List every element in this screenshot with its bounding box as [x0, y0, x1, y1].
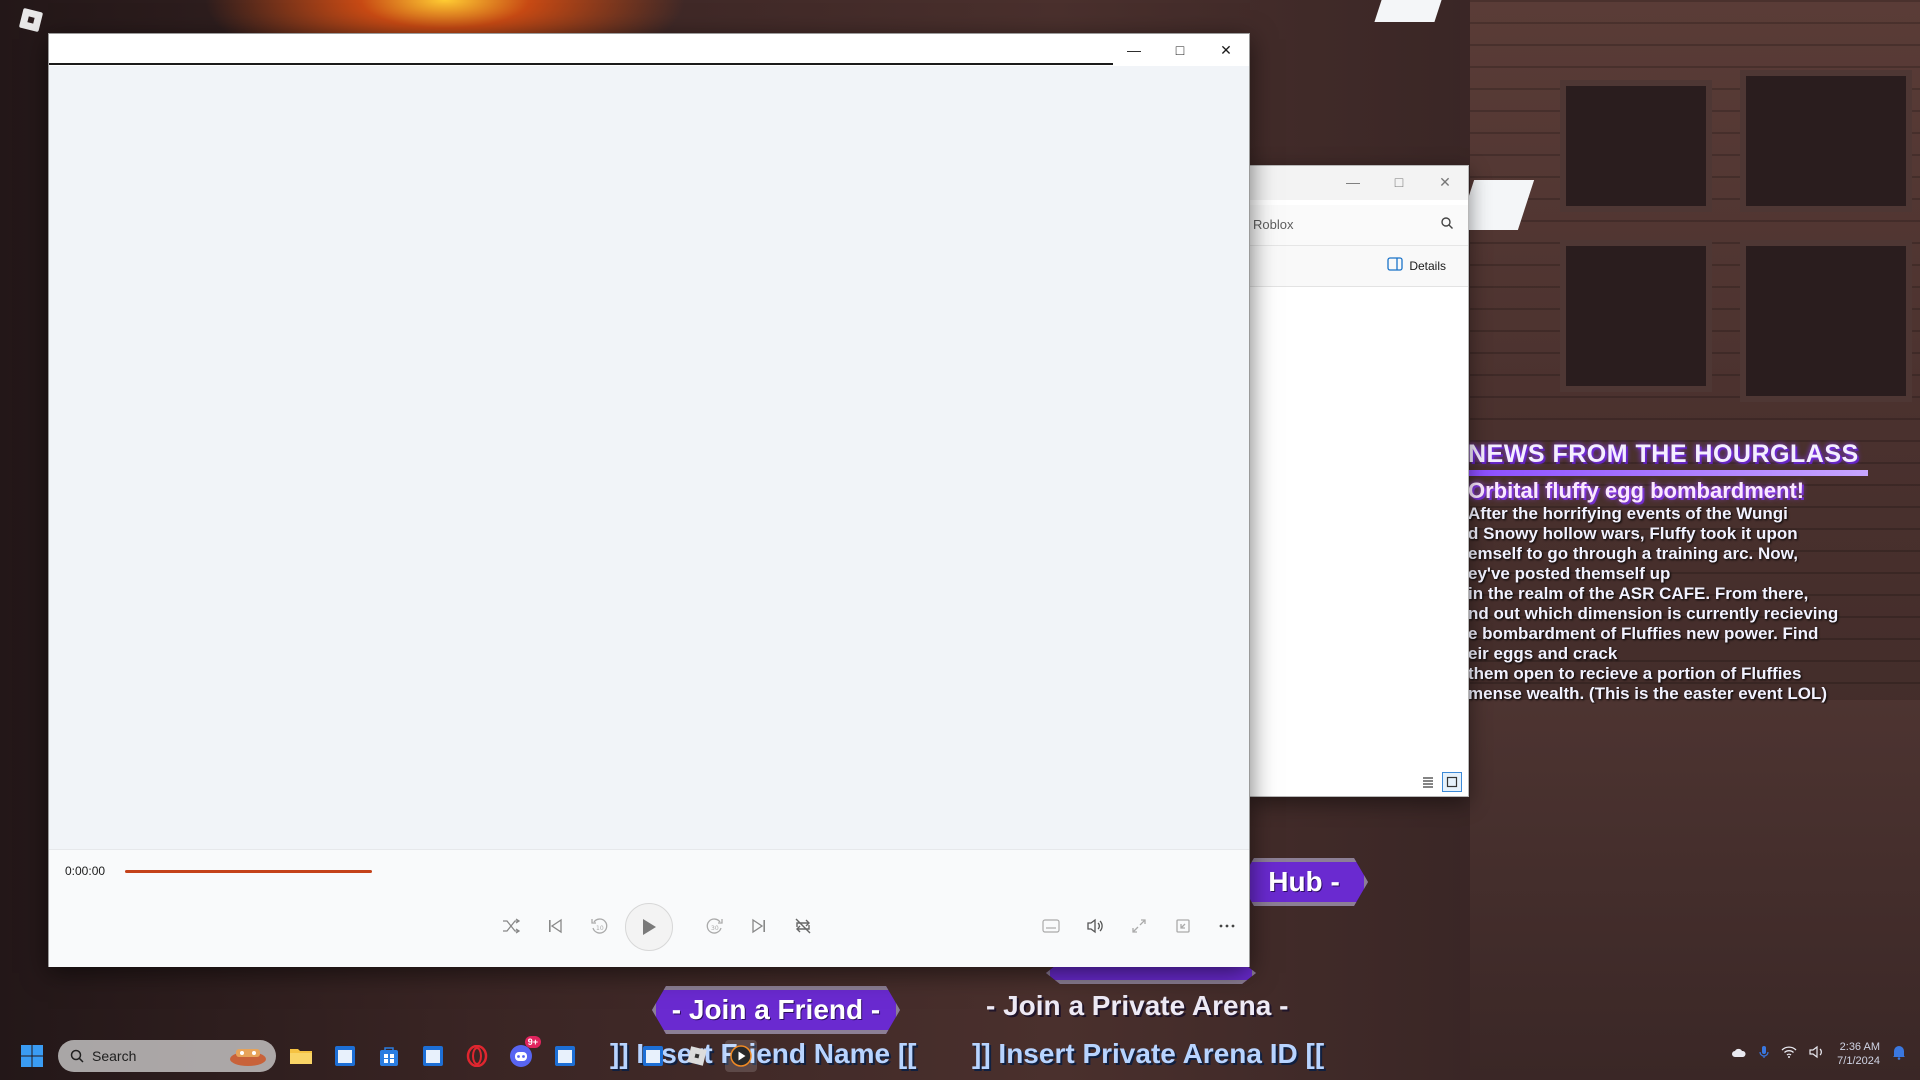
details-label: Details: [1409, 258, 1446, 273]
repeat-icon[interactable]: [787, 910, 819, 942]
speaker-icon[interactable]: [1809, 1045, 1825, 1064]
maximize-button[interactable]: □: [1376, 166, 1422, 198]
search-highlight-icon: [228, 1045, 268, 1067]
minimize-button[interactable]: —: [1330, 166, 1376, 198]
join-friend-button[interactable]: - Join a Friend -: [652, 986, 900, 1034]
news-body: After the horrifying events of the Wungi…: [1468, 504, 1839, 703]
next-icon[interactable]: [743, 910, 775, 942]
minimize-button[interactable]: —: [1111, 34, 1157, 66]
close-button[interactable]: ✕: [1422, 166, 1468, 198]
playback-controls: 0:00:00 10 30: [49, 849, 1249, 967]
svg-text:30: 30: [711, 925, 719, 932]
building-window: [1560, 240, 1712, 392]
wifi-icon[interactable]: [1781, 1045, 1797, 1063]
news-title: NEWS FROM THE HOURGLASS: [1468, 440, 1859, 468]
tiles-view-icon[interactable]: [1442, 772, 1462, 792]
start-icon[interactable]: [16, 1040, 48, 1072]
discord-icon[interactable]: 9+: [505, 1036, 541, 1072]
building-window: [1560, 80, 1712, 212]
explorer-toolbar: Details: [1249, 246, 1468, 287]
maximize-button[interactable]: □: [1157, 34, 1203, 66]
play-button[interactable]: [625, 903, 673, 951]
more-icon[interactable]: [1211, 910, 1243, 942]
taskbar-search[interactable]: Search: [58, 1040, 276, 1072]
hub-button-label: Hub -: [1268, 866, 1340, 897]
search-placeholder: Roblox: [1253, 217, 1294, 232]
ceiling-light: [1374, 0, 1442, 22]
clock-date: 7/1/2024: [1837, 1055, 1880, 1067]
app-window-icon[interactable]: [549, 1040, 581, 1072]
system-tray: 2:36 AM 7/1/2024: [1731, 1040, 1906, 1068]
notification-bell-icon[interactable]: [1892, 1044, 1906, 1065]
news-subtitle: Orbital fluffy egg bombardment!: [1468, 478, 1805, 503]
list-view-icon[interactable]: [1418, 772, 1438, 792]
search-icon[interactable]: [1440, 216, 1454, 235]
explorer-titlebar: — □ ✕: [1249, 166, 1468, 200]
join-friend-label: - Join a Friend -: [671, 994, 881, 1025]
building-window: [1740, 240, 1912, 402]
balcony-floor: [1470, 700, 1920, 1080]
details-pane-icon: [1387, 257, 1403, 274]
shuffle-icon[interactable]: [495, 910, 527, 942]
miniplayer-icon[interactable]: [1167, 910, 1199, 942]
join-private-arena-label[interactable]: - Join a Private Arena -: [986, 990, 1288, 1022]
explorer-search-box[interactable]: Roblox: [1249, 205, 1468, 246]
notification-badge: 9+: [524, 1036, 541, 1048]
titlebar-divider: [49, 63, 1113, 65]
captions-icon[interactable]: [1035, 910, 1067, 942]
search-label: Search: [92, 1048, 137, 1064]
svg-text:10: 10: [596, 925, 604, 932]
news-divider: [1468, 470, 1868, 476]
app-window-icon[interactable]: [637, 1040, 669, 1072]
volume-icon[interactable]: [1079, 910, 1111, 942]
hub-button[interactable]: Hub -: [1240, 858, 1368, 906]
video-area[interactable]: [49, 66, 1249, 882]
rewind-10-icon[interactable]: 10: [583, 910, 615, 942]
clock-time: 2:36 AM: [1839, 1041, 1880, 1053]
media-player-icon[interactable]: [725, 1040, 757, 1072]
forward-30-icon[interactable]: 30: [699, 910, 731, 942]
building-window: [1740, 70, 1912, 212]
file-explorer-window: — □ ✕ Roblox Details: [1248, 165, 1469, 797]
elapsed-time: 0:00:00: [65, 864, 106, 878]
news-board: NEWS FROM THE HOURGLASS Orbital fluffy e…: [1468, 440, 1888, 704]
taskbar: Search 9+ 2:36 AM 7/1/2024: [0, 1032, 1920, 1080]
previous-icon[interactable]: [539, 910, 571, 942]
app-window-icon[interactable]: [417, 1040, 449, 1072]
microphone-icon[interactable]: [1759, 1045, 1769, 1064]
view-toggle: [1418, 772, 1462, 792]
app-window-icon[interactable]: [329, 1040, 361, 1072]
player-titlebar[interactable]: — □ ✕: [49, 34, 1249, 66]
search-icon: [70, 1049, 84, 1063]
media-player-window: — □ ✕ 0:00:00 10 30: [48, 33, 1250, 967]
onedrive-icon[interactable]: [1731, 1045, 1747, 1063]
opera-icon[interactable]: [461, 1040, 493, 1072]
clock[interactable]: 2:36 AM 7/1/2024: [1837, 1040, 1880, 1068]
microsoft-store-icon[interactable]: [373, 1040, 405, 1072]
fullscreen-icon[interactable]: [1123, 910, 1155, 942]
roblox-icon[interactable]: [681, 1040, 713, 1072]
details-button[interactable]: Details: [1387, 257, 1446, 274]
seek-bar[interactable]: [125, 870, 372, 873]
file-explorer-icon[interactable]: [285, 1040, 317, 1072]
roblox-logo-icon[interactable]: [18, 7, 44, 33]
close-button[interactable]: ✕: [1203, 34, 1249, 66]
